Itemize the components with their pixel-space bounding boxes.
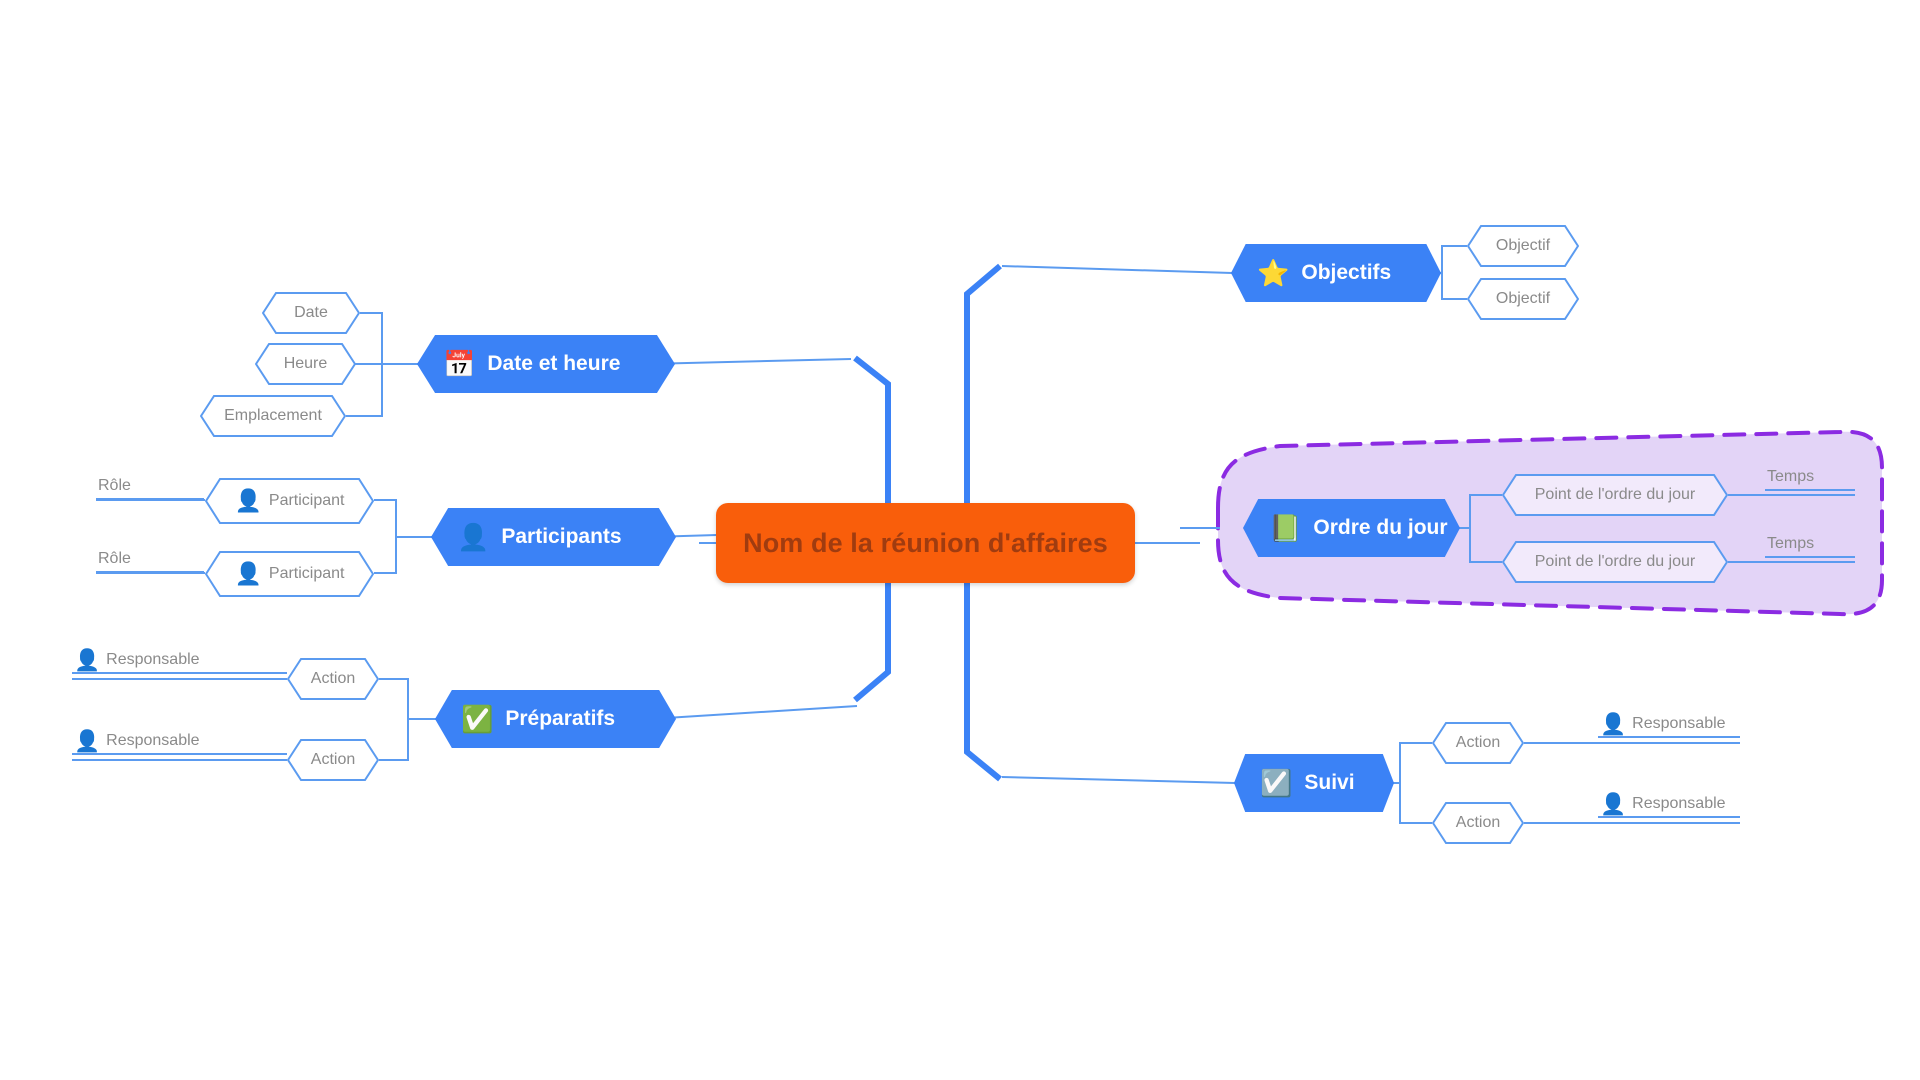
sub-prep-action-2[interactable]: Action: [287, 739, 379, 781]
sub-prep-action-2-label: Action: [310, 751, 356, 768]
leaf-role-1-label: Rôle: [98, 477, 131, 494]
wire-su-a2: [1399, 783, 1432, 824]
person-icon: 👤: [457, 522, 490, 552]
leaf-role-1[interactable]: Rôle: [96, 474, 204, 500]
leaf-underline: [1598, 816, 1740, 818]
leaf-underline: [96, 498, 204, 500]
branch-participants-label: Participants: [501, 525, 622, 548]
person-icon: 👤: [1600, 792, 1627, 816]
wire-pa-p1: [374, 499, 397, 537]
leaf-suivi-responsable-1[interactable]: 👤 Responsable: [1598, 712, 1740, 738]
person-icon: 👤: [1600, 712, 1627, 736]
wire-objectifs: [1001, 265, 1233, 274]
leaf-prep-responsable-2[interactable]: 👤 Responsable: [72, 729, 287, 755]
wire-su-a1: [1399, 742, 1432, 783]
sub-odj-point-2-label: Point de l'ordre du jour: [1534, 553, 1696, 570]
sub-objectif-1[interactable]: Objectif: [1467, 225, 1579, 267]
leaf-suivi-responsable-2-label: Responsable: [1632, 795, 1726, 812]
wire-pr-a2: [379, 719, 409, 761]
leaf-underline: [72, 753, 287, 755]
sub-heure[interactable]: Heure: [255, 343, 356, 385]
leaf-underline: [1598, 736, 1740, 738]
leaf-temps-1-label: Temps: [1767, 468, 1815, 485]
sub-participant-1-label: Participant: [268, 492, 345, 509]
sub-suivi-action-1-label: Action: [1455, 734, 1501, 751]
branch-participants[interactable]: 👤 Participants: [431, 508, 676, 566]
wire-pa-p2: [374, 537, 397, 574]
sub-suivi-action-1[interactable]: Action: [1432, 722, 1524, 764]
leaf-underline: [1765, 556, 1855, 558]
branch-ordre-du-jour-label: Ordre du jour: [1313, 516, 1448, 539]
branch-preparatifs[interactable]: ✅ Préparatifs: [435, 690, 676, 748]
sub-objectif-2-label: Objectif: [1495, 290, 1551, 307]
wire-odj-p1: [1469, 494, 1502, 528]
sub-date[interactable]: Date: [262, 292, 360, 334]
branch-objectifs[interactable]: ⭐ Objectifs: [1231, 244, 1441, 302]
wire-odj-p2: [1469, 528, 1502, 563]
wire-date-et-heure: [646, 358, 852, 365]
wire-dh-date: [360, 312, 383, 364]
sub-participant-2[interactable]: 👤 Participant: [205, 551, 374, 597]
leaf-role-2-label: Rôle: [98, 550, 131, 567]
central-topic[interactable]: Nom de la réunion d'affaires: [716, 503, 1135, 583]
branch-date-et-heure-label: Date et heure: [487, 352, 621, 375]
branch-suivi-label: Suivi: [1304, 771, 1355, 794]
branch-preparatifs-label: Préparatifs: [505, 707, 616, 730]
wire-ob-o1: [1441, 245, 1467, 273]
sub-emplacement[interactable]: Emplacement: [200, 395, 346, 437]
sub-emplacement-label: Emplacement: [224, 407, 322, 424]
leaf-prep-responsable-1-label: Responsable: [106, 651, 200, 668]
sub-odj-point-2[interactable]: Point de l'ordre du jour: [1502, 541, 1728, 583]
orange-check-box-icon: ☑️: [1260, 768, 1293, 798]
sub-prep-action-1-label: Action: [310, 670, 356, 687]
leaf-temps-1[interactable]: Temps: [1765, 465, 1855, 491]
sub-suivi-action-2[interactable]: Action: [1432, 802, 1524, 844]
leaf-underline: [72, 672, 287, 674]
sub-objectif-1-label: Objectif: [1495, 237, 1551, 254]
green-check-icon: ✅: [461, 704, 494, 734]
sub-suivi-action-2-label: Action: [1455, 814, 1501, 831]
sub-heure-label: Heure: [283, 355, 328, 372]
branch-objectifs-label: Objectifs: [1301, 261, 1392, 284]
sub-date-label: Date: [294, 304, 328, 321]
wire-suivi: [1001, 776, 1236, 784]
leaf-suivi-responsable-2[interactable]: 👤 Responsable: [1598, 792, 1740, 818]
person-icon: 👤: [74, 648, 101, 672]
person-icon: 👤: [74, 729, 101, 753]
wire-ob-o2: [1441, 273, 1467, 300]
sub-prep-action-1[interactable]: Action: [287, 658, 379, 700]
leaf-underline: [1765, 489, 1855, 491]
branch-suivi[interactable]: ☑️ Suivi: [1234, 754, 1394, 812]
branch-ordre-du-jour[interactable]: 📗 Ordre du jour: [1243, 499, 1460, 557]
leaf-role-2[interactable]: Rôle: [96, 547, 204, 573]
sub-participant-2-label: Participant: [268, 565, 345, 582]
leaf-prep-responsable-2-label: Responsable: [106, 732, 200, 749]
person-icon: 👤: [234, 561, 262, 586]
star-icon: ⭐: [1257, 258, 1290, 288]
leaf-prep-responsable-1[interactable]: 👤 Responsable: [72, 648, 287, 674]
branch-date-et-heure[interactable]: 📅 Date et heure: [417, 335, 675, 393]
leaf-temps-2-label: Temps: [1767, 535, 1815, 552]
green-book-icon: 📗: [1269, 513, 1302, 543]
calendar-icon: 📅: [443, 349, 476, 379]
sub-odj-point-1-label: Point de l'ordre du jour: [1534, 486, 1696, 503]
person-icon: 👤: [234, 488, 262, 513]
sub-odj-point-1[interactable]: Point de l'ordre du jour: [1502, 474, 1728, 516]
leaf-suivi-responsable-1-label: Responsable: [1632, 715, 1726, 732]
leaf-underline: [96, 571, 204, 573]
sub-participant-1[interactable]: 👤 Participant: [205, 478, 374, 524]
sub-objectif-2[interactable]: Objectif: [1467, 278, 1579, 320]
wire-pr-a1: [379, 678, 409, 719]
wire-preparatifs: [649, 705, 858, 720]
mindmap-canvas: Nom de la réunion d'affaires 📅 Date et h…: [0, 0, 1920, 1080]
central-topic-label: Nom de la réunion d'affaires: [743, 527, 1108, 558]
leaf-temps-2[interactable]: Temps: [1765, 532, 1855, 558]
